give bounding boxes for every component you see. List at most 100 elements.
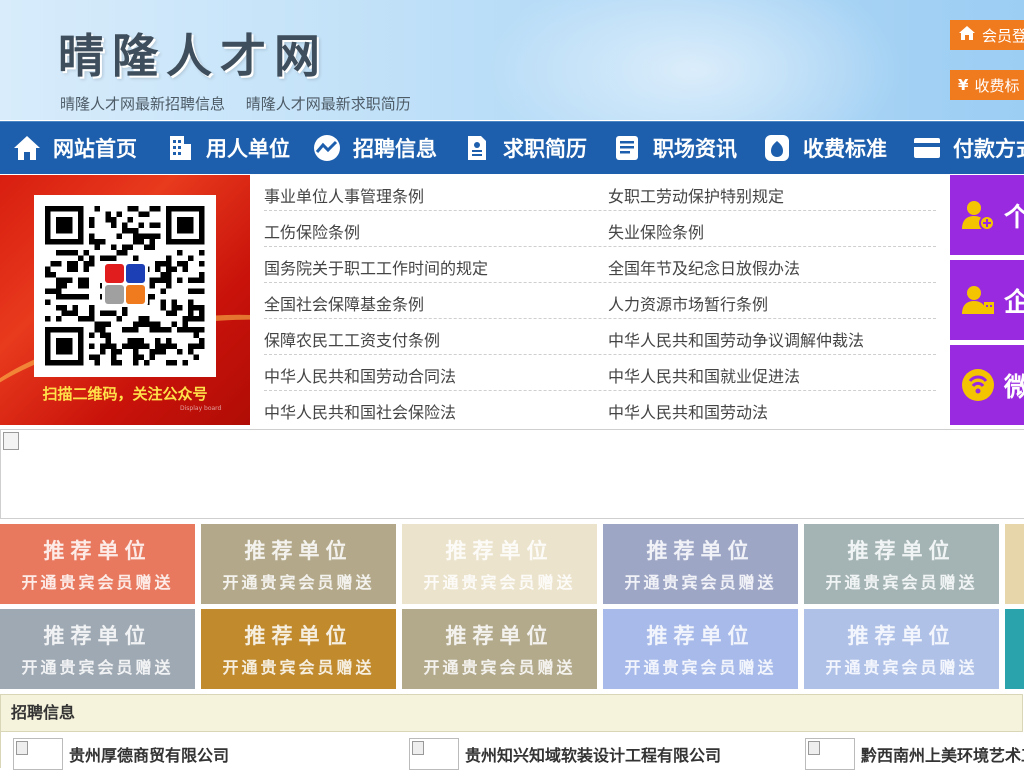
list-item[interactable]: 贵州厚德商贸有限公司	[13, 738, 229, 770]
nav-home[interactable]: 网站首页	[0, 122, 150, 174]
company-user-icon	[960, 282, 996, 318]
nav-label: 用人单位	[206, 137, 290, 161]
home-icon	[11, 133, 43, 163]
wechat-button[interactable]: 微	[950, 345, 1024, 425]
money-bag-icon	[761, 133, 793, 163]
recommended-unit-tile[interactable]: 推荐单位 开通贵宾会员赠送	[201, 524, 396, 604]
list-item: 事业单位人事管理条例 女职工劳动保护特别规定	[264, 175, 936, 211]
company-logo	[409, 738, 459, 770]
recommended-unit-tile[interactable]: 推荐单位开通贵宾会员赠送	[0, 609, 195, 689]
recommended-unit-tile[interactable]: 推荐单位 开通贵宾会员赠送	[402, 524, 597, 604]
law-link[interactable]: 中华人民共和国社会保险法	[264, 399, 456, 423]
member-login-label: 会员登	[982, 26, 1024, 45]
card-icon	[911, 133, 943, 163]
tile-title: 推荐单位	[43, 624, 152, 648]
header-links: 晴隆人才网最新招聘信息 晴隆人才网最新求职简历	[60, 93, 427, 114]
nav-label: 求职简历	[503, 137, 587, 161]
list-item: 保障农民工工资支付条例 中华人民共和国劳动争议调解仲裁法	[264, 319, 936, 355]
recommended-unit-tile[interactable]	[1005, 609, 1024, 689]
law-link[interactable]: 全国年节及纪念日放假办法	[608, 255, 800, 279]
latest-jobs-link[interactable]: 晴隆人才网最新招聘信息	[60, 95, 225, 113]
building-icon	[164, 133, 196, 163]
main-nav: 网站首页 用人单位 招聘信息 求职简历 职场资讯 收费标准 付款方	[0, 121, 1024, 174]
qr-caption: 扫描二维码，关注公众号	[42, 385, 208, 403]
tile-subtitle: 开通贵宾会员赠送	[21, 573, 174, 592]
list-item: 中华人民共和国社会保险法 中华人民共和国劳动法	[264, 391, 936, 426]
resume-icon	[461, 133, 493, 163]
personal-member-button[interactable]: 个	[950, 175, 1024, 255]
qr-fine-print: Display board	[180, 405, 222, 412]
list-item: 工伤保险条例 失业保险条例	[264, 211, 936, 247]
side-label: 企	[1004, 287, 1024, 318]
law-link[interactable]: 中华人民共和国劳动争议调解仲裁法	[608, 327, 864, 351]
header-glow	[484, 0, 904, 120]
company-name[interactable]: 贵州厚德商贸有限公司	[69, 742, 229, 766]
recommended-unit-tile[interactable]: 推荐单位开通贵宾会员赠送	[603, 524, 798, 604]
tile-subtitle: 开通贵宾会员赠送	[222, 573, 375, 592]
nav-payment[interactable]: 付款方式	[900, 122, 1024, 174]
site-header: 晴隆人才网 晴隆人才网最新招聘信息 晴隆人才网最新求职简历	[0, 0, 1024, 120]
law-link[interactable]: 失业保险条例	[608, 219, 704, 243]
laws-list: 事业单位人事管理条例 女职工劳动保护特别规定 工伤保险条例 失业保险条例 国务院…	[264, 175, 936, 425]
member-login-button[interactable]: 会员登	[950, 20, 1024, 50]
fees-button[interactable]: ¥ 收费标	[950, 70, 1024, 100]
nav-label: 招聘信息	[353, 137, 437, 161]
tile-subtitle: 开通贵宾会员赠送	[624, 573, 777, 592]
nav-label: 付款方式	[953, 137, 1024, 161]
company-name[interactable]: 贵州知兴知域软装设计工程有限公司	[465, 742, 721, 766]
tile-title: 推荐单位	[847, 539, 956, 563]
recommended-unit-tile[interactable]: 推荐单位 开通贵宾会员赠送	[0, 524, 195, 604]
tile-title: 推荐单位	[244, 624, 353, 648]
law-link[interactable]: 保障农民工工资支付条例	[264, 327, 440, 351]
broken-image-icon	[3, 432, 19, 450]
latest-resumes-link[interactable]: 晴隆人才网最新求职简历	[246, 95, 411, 113]
law-link[interactable]: 国务院关于职工工作时间的规定	[264, 255, 488, 279]
company-logo	[805, 738, 855, 770]
tile-subtitle: 开通贵宾会员赠送	[423, 658, 576, 677]
law-link[interactable]: 中华人民共和国劳动法	[608, 399, 768, 423]
tile-title: 推荐单位	[646, 539, 755, 563]
nav-jobs[interactable]: 招聘信息	[300, 122, 450, 174]
tile-title: 推荐单位	[445, 539, 554, 563]
nav-fees[interactable]: 收费标准	[750, 122, 900, 174]
side-label: 微	[1004, 372, 1024, 403]
list-item: 国务院关于职工工作时间的规定 全国年节及纪念日放假办法	[264, 247, 936, 283]
banner-ad[interactable]	[0, 429, 1024, 519]
jobs-section-title: 招聘信息	[0, 694, 1023, 732]
tile-subtitle: 开通贵宾会员赠送	[21, 658, 174, 677]
list-item[interactable]: 黔西南州上美环境艺术工	[805, 738, 1024, 770]
company-name[interactable]: 黔西南州上美环境艺术工	[861, 742, 1024, 766]
law-link[interactable]: 中华人民共和国劳动合同法	[264, 363, 456, 387]
recommended-unit-tile[interactable]: 推荐单位 开通贵宾会员赠送	[201, 609, 396, 689]
law-link[interactable]: 全国社会保障基金条例	[264, 291, 424, 315]
recommended-unit-tile[interactable]: 推荐单位 开通贵宾会员赠送	[804, 609, 999, 689]
company-member-button[interactable]: 企	[950, 260, 1024, 340]
jobs-list: 贵州厚德商贸有限公司 贵州知兴知域软装设计工程有限公司 黔西南州上美环境艺术工	[0, 732, 1024, 770]
site-title[interactable]: 晴隆人才网	[58, 20, 328, 86]
recommended-unit-tile[interactable]	[1005, 524, 1024, 604]
nav-resumes[interactable]: 求职简历	[450, 122, 600, 174]
law-link[interactable]: 人力资源市场暂行条例	[608, 291, 768, 315]
law-link[interactable]: 工伤保险条例	[264, 219, 360, 243]
qr-panel: 扫描二维码，关注公众号 Display board	[0, 175, 250, 425]
tile-title: 推荐单位	[847, 624, 956, 648]
law-link[interactable]: 事业单位人事管理条例	[264, 183, 424, 207]
chart-icon	[311, 133, 343, 163]
nav-news[interactable]: 职场资讯	[600, 122, 750, 174]
fees-label: 收费标	[974, 76, 1020, 95]
list-item: 中华人民共和国劳动合同法 中华人民共和国就业促进法	[264, 355, 936, 391]
recommended-unit-tile[interactable]: 推荐单位开通贵宾会员赠送	[402, 609, 597, 689]
law-link[interactable]: 女职工劳动保护特别规定	[608, 183, 784, 207]
wechat-icon	[960, 367, 996, 403]
news-icon	[611, 133, 643, 163]
nav-employers[interactable]: 用人单位	[150, 122, 300, 174]
recommended-unit-tile[interactable]: 推荐单位 开通贵宾会员赠送	[804, 524, 999, 604]
list-item: 全国社会保障基金条例 人力资源市场暂行条例	[264, 283, 936, 319]
person-add-icon	[960, 197, 996, 233]
recommended-unit-tile[interactable]: 推荐单位 开通贵宾会员赠送	[603, 609, 798, 689]
list-item[interactable]: 贵州知兴知域软装设计工程有限公司	[409, 738, 721, 770]
tile-title: 推荐单位	[445, 624, 554, 648]
nav-label: 职场资讯	[653, 137, 737, 161]
side-label: 个	[1004, 202, 1024, 233]
law-link[interactable]: 中华人民共和国就业促进法	[608, 363, 800, 387]
